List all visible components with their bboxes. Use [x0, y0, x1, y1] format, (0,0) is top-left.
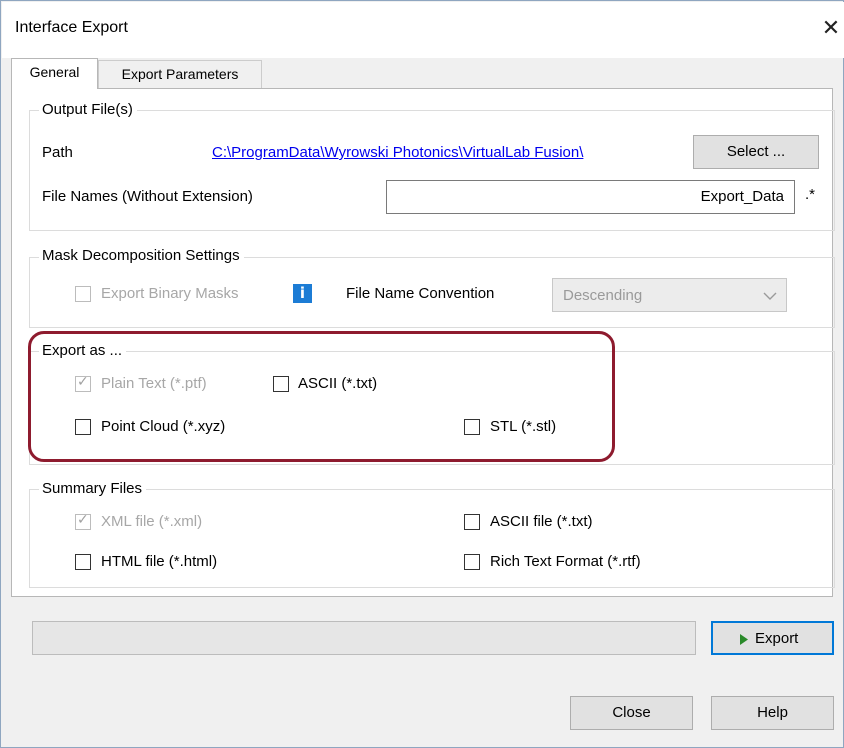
tab-general[interactable]: General: [11, 58, 98, 89]
highlight-annotation: [28, 331, 615, 462]
summary-files-group: [29, 489, 835, 588]
summary-files-label: Summary Files: [39, 480, 147, 497]
xml-file-label: XML file (*.xml): [101, 513, 203, 530]
chevron-down-icon: [763, 292, 777, 300]
mask-settings-label: Mask Decomposition Settings: [39, 247, 244, 264]
progress-bar: [32, 621, 696, 655]
close-icon[interactable]: ✕: [816, 12, 844, 46]
help-button[interactable]: Help: [711, 696, 834, 730]
close-button[interactable]: Close: [570, 696, 693, 730]
select-path-button[interactable]: Select ...: [693, 135, 819, 169]
path-link[interactable]: C:\ProgramData\Wyrowski Photonics\Virtua…: [212, 144, 583, 161]
dialog-window: Interface Export ✕ General Export Parame…: [0, 0, 844, 748]
html-file-checkbox[interactable]: [75, 554, 91, 570]
play-icon: [740, 634, 748, 645]
extension-suffix: .*: [805, 186, 816, 203]
ascii-file-checkbox[interactable]: [464, 514, 480, 530]
check-icon: ✓: [77, 512, 89, 528]
rtf-file-checkbox[interactable]: [464, 554, 480, 570]
window-title: Interface Export: [15, 19, 128, 36]
html-file-label: HTML file (*.html): [101, 553, 218, 570]
file-name-convention-select[interactable]: Descending: [552, 278, 787, 312]
file-name-convention-label: File Name Convention: [346, 285, 495, 302]
export-button[interactable]: Export: [711, 621, 834, 655]
tab-export-parameters[interactable]: Export Parameters: [98, 60, 262, 88]
path-label: Path: [42, 144, 73, 161]
export-binary-masks-label: Export Binary Masks: [101, 285, 239, 302]
filename-label: File Names (Without Extension): [42, 188, 253, 205]
rtf-file-label: Rich Text Format (*.rtf): [490, 553, 641, 570]
filename-input[interactable]: Export_Data: [386, 180, 795, 214]
output-files-label: Output File(s): [39, 101, 137, 118]
export-button-label: Export: [755, 630, 799, 647]
title-bar: Interface Export ✕: [2, 2, 844, 58]
file-name-convention-value: Descending: [563, 287, 643, 304]
xml-file-checkbox[interactable]: ✓: [75, 512, 91, 530]
ascii-file-label: ASCII file (*.txt): [490, 513, 593, 530]
export-binary-masks-checkbox[interactable]: [75, 286, 91, 302]
info-icon[interactable]: i: [293, 284, 312, 303]
